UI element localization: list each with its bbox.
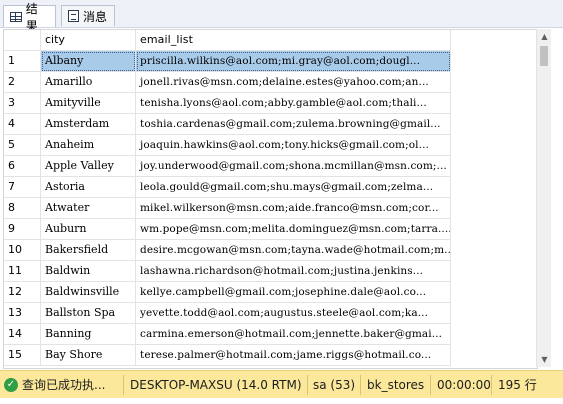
results-tab-strip: 结果 消息 [0,0,563,33]
table-row[interactable]: 15 Bay Shore terese.palmer@hotmail.com;jam… [4,345,537,366]
city-cell[interactable]: Auburn [41,219,136,240]
row-number[interactable]: 11 [4,261,41,282]
status-elapsed: 00:00:00 [437,378,491,392]
row-number[interactable]: 1 [4,51,41,72]
email-list-cell[interactable]: yevette.todd@aol.com;augustus.steele@aol… [136,303,451,324]
results-grid[interactable]: city email_list 1 Albany priscilla.wilkins… [3,29,538,369]
city-cell[interactable]: Baldwin [41,261,136,282]
row-number[interactable]: 8 [4,198,41,219]
row-number[interactable]: 7 [4,177,41,198]
email-list-cell[interactable]: tenisha.lyons@aol.com;abby.gamble@aol.co… [136,93,451,114]
row-number[interactable]: 9 [4,219,41,240]
row-number[interactable]: 5 [4,135,41,156]
column-header-email-list[interactable]: email_list [136,30,451,51]
city-cell[interactable]: Ballston Spa [41,303,136,324]
email-list-cell[interactable]: joaquin.hawkins@aol.com;tony.hicks@gmail… [136,135,451,156]
email-list-cell[interactable]: carmina.emerson@hotmail.com;jennette.bak… [136,324,451,345]
email-list-cell[interactable]: mikel.wilkerson@msn.com;aide.franco@msn.… [136,198,451,219]
table-row[interactable]: 13 Ballston Spa yevette.todd@aol.com;augus… [4,303,537,324]
table-row[interactable]: 4 Amsterdam toshia.cardenas@gmail.com;zule… [4,114,537,135]
row-number[interactable]: 14 [4,324,41,345]
email-list-cell[interactable]: joy.underwood@gmail.com;shona.mcmillan@m… [136,156,451,177]
table-row[interactable]: 8 Atwater mikel.wilkerson@msn.com;aide.fra… [4,198,537,219]
table-row[interactable]: 11 Baldwin lashawna.richardson@hotmail.com… [4,261,537,282]
row-header-corner[interactable] [4,30,41,51]
scroll-down-arrow-icon[interactable]: ▼ [537,352,552,367]
email-list-cell[interactable]: priscilla.wilkins@aol.com;mi.gray@aol.co… [136,51,451,72]
scroll-thumb[interactable] [540,46,548,66]
grid-icon [10,11,22,22]
row-number[interactable]: 2 [4,72,41,93]
message-icon [68,10,79,22]
email-list-cell[interactable]: terese.palmer@hotmail.com;jame.riggs@hot… [136,345,451,366]
email-list-cell[interactable]: lashawna.richardson@hotmail.com;justina.… [136,261,451,282]
status-database: bk_stores [367,378,425,392]
city-cell[interactable]: Baldwinsville [41,282,136,303]
table-row[interactable]: 10 Bakersfield desire.mcgowan@msn.com;tayn… [4,240,537,261]
row-number[interactable]: 6 [4,156,41,177]
header-row: city email_list [4,30,537,51]
email-list-cell[interactable]: desire.mcgowan@msn.com;tayna.wade@hotmai… [136,240,451,261]
tab-messages[interactable]: 消息 [61,5,115,26]
status-user: sa (53) [313,378,356,392]
city-cell[interactable]: Anaheim [41,135,136,156]
status-message: 查询已成功执... [22,378,106,392]
row-number[interactable]: 10 [4,240,41,261]
table-row[interactable]: 1 Albany priscilla.wilkins@aol.com;mi.gray… [4,51,537,72]
row-number[interactable]: 12 [4,282,41,303]
city-cell[interactable]: Bay Shore [41,345,136,366]
status-server: DESKTOP-MAXSU (14.0 RTM) [130,378,302,392]
email-list-cell[interactable]: kellye.campbell@gmail.com;josephine.dale… [136,282,451,303]
table-row[interactable]: 9 Auburn wm.pope@msn.com;melita.dominguez@… [4,219,537,240]
table-row[interactable]: 12 Baldwinsville kellye.campbell@gmail.com… [4,282,537,303]
email-list-cell[interactable]: jonell.rivas@msn.com;delaine.estes@yahoo… [136,72,451,93]
city-cell[interactable]: Banning [41,324,136,345]
table-row[interactable]: 2 Amarillo jonell.rivas@msn.com;delaine.es… [4,72,537,93]
city-cell[interactable]: Astoria [41,177,136,198]
email-list-cell[interactable]: wm.pope@msn.com;melita.dominguez@msn.com… [136,219,451,240]
row-number[interactable]: 4 [4,114,41,135]
tab-results[interactable]: 结果 [3,2,56,33]
city-cell[interactable]: Amsterdam [41,114,136,135]
email-list-cell[interactable]: toshia.cardenas@gmail.com;zulema.brownin… [136,114,451,135]
email-list-cell[interactable]: leola.gould@gmail.com;shu.mays@gmail.com… [136,177,451,198]
city-cell[interactable]: Amarillo [41,72,136,93]
status-divider [430,375,431,395]
city-cell[interactable]: Apple Valley [41,156,136,177]
table-row[interactable]: 7 Astoria leola.gould@gmail.com;shu.mays@g… [4,177,537,198]
row-number[interactable]: 13 [4,303,41,324]
table-row[interactable]: 3 Amityville tenisha.lyons@aol.com;abby.ga… [4,93,537,114]
status-bar: ✓ 查询已成功执... DESKTOP-MAXSU (14.0 RTM) sa … [0,370,563,399]
column-header-city[interactable]: city [41,30,136,51]
bottom-strip [0,398,563,404]
vertical-scrollbar[interactable]: ▲ ▼ [536,29,551,367]
status-row-count: 195 行 [498,378,537,392]
tab-messages-label: 消息 [83,9,108,24]
status-divider [307,375,308,395]
table-row[interactable]: 14 Banning carmina.emerson@hotmail.com;jen… [4,324,537,345]
row-number[interactable]: 15 [4,345,41,366]
row-number[interactable]: 3 [4,93,41,114]
city-cell[interactable]: Atwater [41,198,136,219]
scroll-up-arrow-icon[interactable]: ▲ [537,29,552,44]
city-cell[interactable]: Amityville [41,93,136,114]
table-row[interactable]: 6 Apple Valley joy.underwood@gmail.com;sho… [4,156,537,177]
status-divider [491,375,492,395]
city-cell[interactable]: Bakersfield [41,240,136,261]
status-divider [123,375,124,395]
city-cell[interactable]: Albany [41,51,136,72]
check-circle-icon: ✓ [4,378,18,392]
table-row[interactable]: 5 Anaheim joaquin.hawkins@aol.com;tony.hic… [4,135,537,156]
status-divider [360,375,361,395]
